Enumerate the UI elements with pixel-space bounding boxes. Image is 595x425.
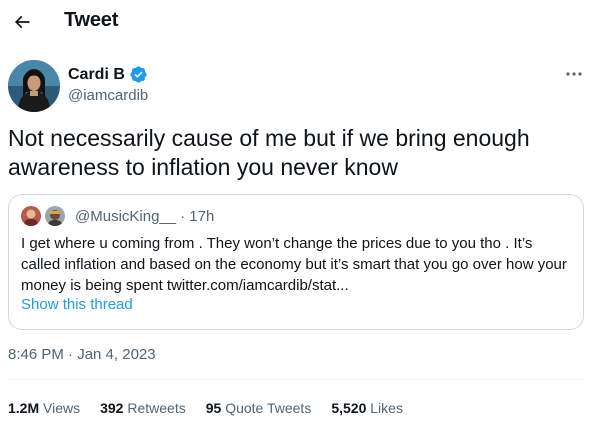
page-title: Tweet [64, 9, 119, 31]
verified-badge-icon [129, 65, 148, 84]
tweet-text: Not necessarily cause of me but if we br… [8, 125, 530, 180]
quoted-tweet-header: @MusicKing__ · 17h [21, 206, 214, 226]
show-thread-link[interactable]: Show this thread [21, 296, 133, 313]
top-bar: Tweet [0, 0, 595, 44]
quoted-tweet-text: I get where u coming from . They won’t c… [21, 235, 567, 294]
back-button[interactable] [6, 6, 38, 38]
avatar[interactable] [8, 60, 60, 112]
quoted-avatar[interactable] [21, 206, 41, 226]
stat-quote-tweets[interactable]: 95 Quote Tweets [206, 400, 312, 416]
stat-likes[interactable]: 5,520 Likes [331, 400, 403, 416]
stat-retweets[interactable]: 392 Retweets [100, 400, 186, 416]
author-name[interactable]: Cardi B [68, 66, 125, 84]
author-handle[interactable]: @iamcardib [68, 87, 148, 104]
quoted-handle[interactable]: @MusicKing__ [75, 208, 176, 225]
more-icon [566, 72, 582, 76]
stat-views[interactable]: 1.2M Views [8, 400, 80, 416]
divider [8, 379, 584, 380]
tweet-stats: 1.2M Views 392 Retweets 95 Quote Tweets … [8, 400, 403, 416]
quoted-avatar-secondary[interactable] [45, 206, 65, 226]
tweet-timestamp[interactable]: 8:46 PM · Jan 4, 2023 [8, 346, 156, 363]
arrow-left-icon [14, 15, 30, 29]
quoted-tweet[interactable]: @MusicKing__ · 17h I get where u coming … [8, 194, 584, 330]
more-options-button[interactable] [560, 64, 588, 84]
tweet-author: Cardi B @iamcardib [8, 60, 588, 112]
quoted-time: · 17h [180, 207, 215, 225]
